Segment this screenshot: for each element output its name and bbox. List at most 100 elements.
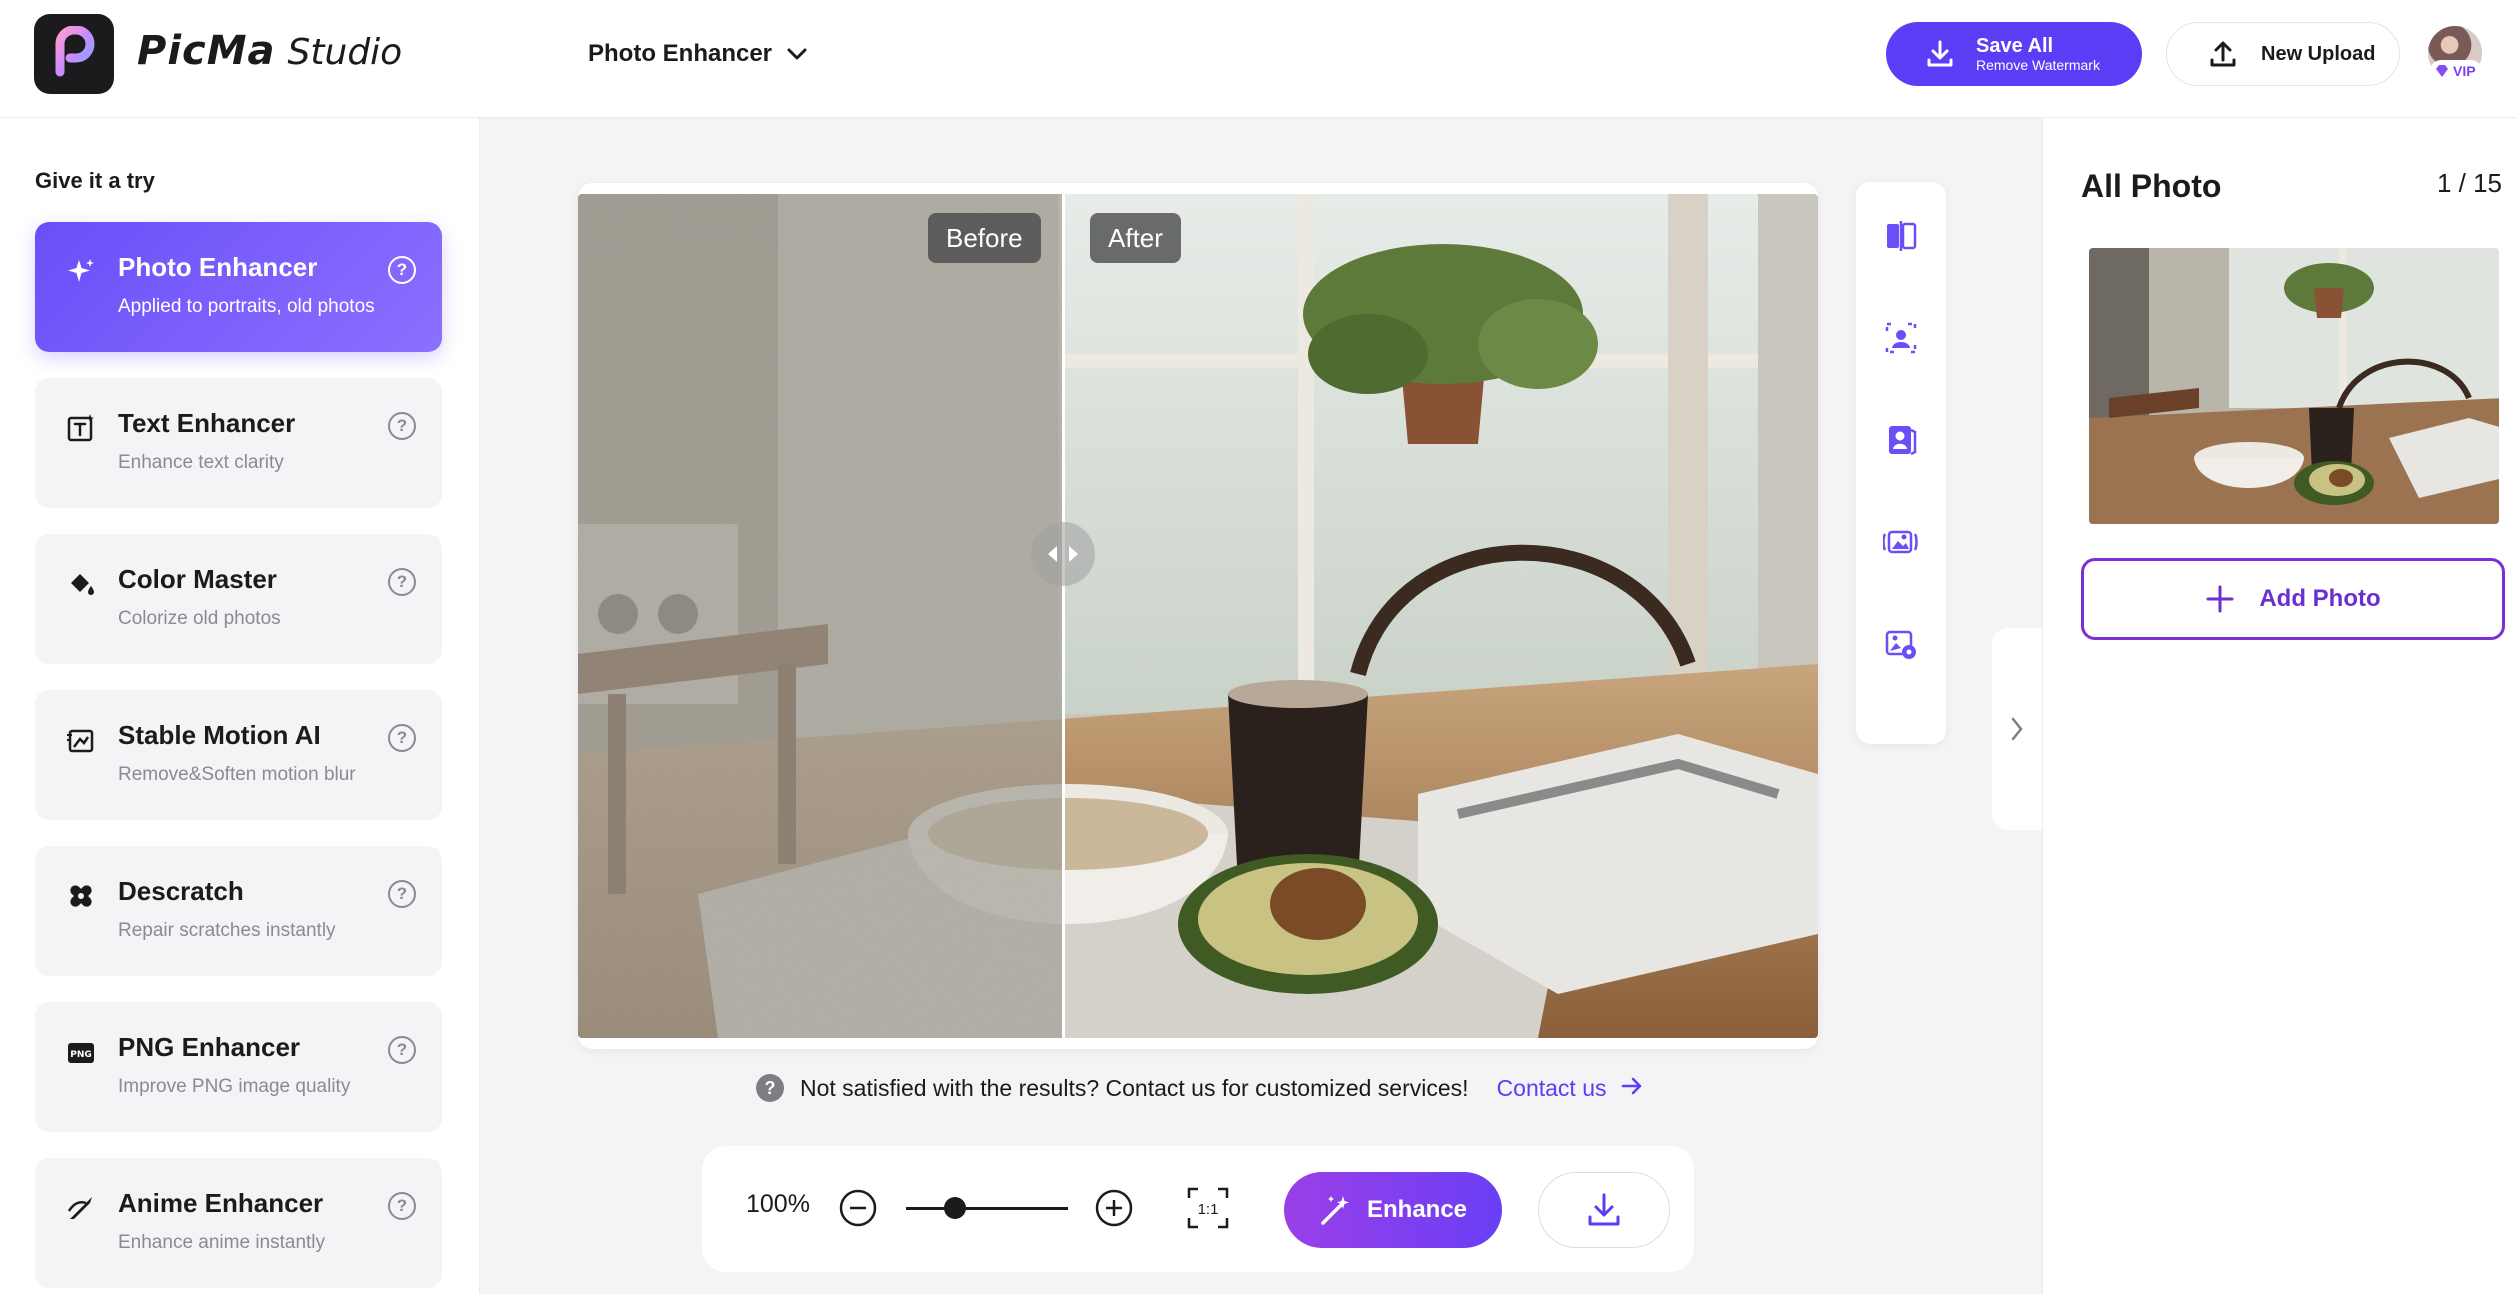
sidebar-item-stable-motion-ai[interactable]: Stable Motion AI Remove&Soften motion bl… <box>35 690 442 820</box>
vip-badge: VIP <box>2430 60 2482 82</box>
vip-label: VIP <box>2453 63 2476 79</box>
collapse-panel-button[interactable] <box>1992 628 2042 830</box>
tool-name: Color Master <box>118 564 277 594</box>
compare-handle[interactable] <box>1031 522 1095 586</box>
compare-split-button[interactable] <box>1881 216 1921 256</box>
save-all-label: Save All <box>1976 35 2054 57</box>
text-icon <box>65 412 97 444</box>
portrait-card-icon <box>1889 426 1917 456</box>
app-logo[interactable] <box>34 14 114 94</box>
diamond-icon <box>2436 65 2448 77</box>
sidebar-item-photo-enhancer[interactable]: Photo Enhancer Applied to portraits, old… <box>35 222 442 352</box>
new-upload-button[interactable]: New Upload <box>2166 22 2400 86</box>
motion-icon <box>65 724 97 756</box>
enhance-button[interactable]: Enhance <box>1284 1172 1502 1248</box>
chevron-right-icon <box>2011 717 2023 741</box>
zoom-slider-track[interactable] <box>906 1207 1068 1210</box>
image-sound-icon <box>1883 530 1918 554</box>
enhance-label: Enhance <box>1366 1196 1468 1223</box>
add-photo-button[interactable]: Add Photo <box>2081 558 2505 640</box>
help-icon[interactable]: ? <box>388 1192 416 1220</box>
image-sound-button[interactable] <box>1881 522 1921 562</box>
zoom-out-button[interactable] <box>836 1186 880 1230</box>
sidebar-heading: Give it a try <box>35 168 155 193</box>
save-all-button[interactable]: Save All Remove Watermark <box>1886 22 2142 86</box>
sidebar-item-color-master[interactable]: Color Master Colorize old photos ? <box>35 534 442 664</box>
tool-rail <box>1856 182 1946 744</box>
sparkle-icon <box>65 256 97 288</box>
sidebar-item-text-enhancer[interactable]: Text Enhancer Enhance text clarity ? <box>35 378 442 508</box>
download-icon <box>1927 40 1953 67</box>
paint-bucket-icon <box>65 568 97 600</box>
help-icon[interactable]: ? <box>388 1036 416 1064</box>
sidebar-item-descratch[interactable]: Descratch Repair scratches instantly ? <box>35 846 442 976</box>
before-label: Before <box>928 213 1041 263</box>
tool-name: Anime Enhancer <box>118 1188 324 1218</box>
magic-wand-icon <box>1321 1196 1349 1225</box>
photo-panel-title: All Photo <box>2081 168 2222 204</box>
zoom-out-icon <box>839 1189 877 1227</box>
photo-thumbnail[interactable] <box>2087 246 2501 526</box>
download-icon <box>1588 1193 1620 1226</box>
help-icon[interactable]: ? <box>388 880 416 908</box>
sidebar-item-anime-enhancer[interactable]: Anime Enhancer Enhance anime instantly ? <box>35 1158 442 1288</box>
tool-name: PNG Enhancer <box>118 1032 301 1062</box>
image-settings-button[interactable] <box>1881 624 1921 664</box>
brand-sub: Studio <box>287 32 403 73</box>
face-scan-button[interactable] <box>1881 318 1921 358</box>
compare-divider[interactable] <box>1062 194 1065 1038</box>
face-scan-icon <box>1885 322 1917 354</box>
arrow-right-icon[interactable] <box>1621 1074 1643 1102</box>
photo-panel: All Photo 1 / 15 Add Photo <box>2042 118 2516 1294</box>
svg-text:PNG: PNG <box>70 1050 92 1060</box>
arrow-right-icon <box>1069 546 1078 562</box>
actual-size-button[interactable]: 1:1 <box>1186 1186 1230 1230</box>
tool-desc: Improve PNG image quality <box>118 1076 351 1097</box>
arrow-left-icon <box>1048 546 1057 562</box>
picma-logo-icon <box>55 26 95 77</box>
tool-name: Stable Motion AI <box>118 720 321 750</box>
actual-size-icon: 1:1 <box>1187 1187 1229 1229</box>
bottom-toolbar: 100% 1:1 Enhance <box>702 1146 1694 1272</box>
upload-icon <box>2210 41 2236 67</box>
help-icon[interactable]: ? <box>388 724 416 752</box>
save-all-sublabel: Remove Watermark <box>1976 57 2100 73</box>
tool-desc: Repair scratches instantly <box>118 920 336 941</box>
zoom-in-button[interactable] <box>1092 1186 1136 1230</box>
tool-desc: Enhance anime instantly <box>118 1232 326 1253</box>
bandage-icon <box>65 880 97 912</box>
add-photo-label: Add Photo <box>2259 585 2381 612</box>
plus-icon <box>2206 585 2234 613</box>
tool-name: Text Enhancer <box>118 408 296 438</box>
chevron-down-icon <box>787 48 807 60</box>
contact-us-link[interactable]: Contact us <box>1497 1075 1607 1102</box>
help-text: Not satisfied with the results? Contact … <box>800 1074 1469 1101</box>
tool-name: Descratch <box>118 876 244 906</box>
preview-image[interactable] <box>578 194 1818 1038</box>
thumbnail-image <box>2089 248 2499 524</box>
download-button[interactable] <box>1538 1172 1670 1248</box>
brush-icon <box>65 1192 97 1224</box>
brand: PicMa Studio <box>137 28 402 78</box>
tool-selector[interactable]: Photo Enhancer <box>588 34 808 74</box>
png-icon: PNG <box>65 1036 97 1068</box>
tool-name: Photo Enhancer <box>118 252 318 282</box>
header: PicMa Studio Photo Enhancer Save All Rem… <box>0 0 2516 118</box>
question-icon: ? <box>756 1074 784 1102</box>
help-icon[interactable]: ? <box>388 256 416 284</box>
help-icon[interactable]: ? <box>388 568 416 596</box>
sidebar-item-png-enhancer[interactable]: PNG PNG Enhancer Improve PNG image quali… <box>35 1002 442 1132</box>
tool-desc: Enhance text clarity <box>118 452 284 473</box>
new-upload-label: New Upload <box>2261 42 2376 65</box>
portrait-card-button[interactable] <box>1881 420 1921 460</box>
tool-desc: Applied to portraits, old photos <box>118 296 375 317</box>
zoom-slider-thumb[interactable] <box>943 1197 966 1219</box>
help-icon[interactable]: ? <box>388 412 416 440</box>
help-line: ? Not satisfied with the results? Contac… <box>756 1070 1643 1106</box>
brand-name: PicMa <box>137 28 276 74</box>
zoom-in-icon <box>1095 1189 1133 1227</box>
zoom-value: 100% <box>746 1190 810 1218</box>
after-label: After <box>1090 213 1181 263</box>
compare-split-icon <box>1887 221 1917 251</box>
sidebar: Give it a try Photo Enhancer Applied to … <box>0 118 480 1294</box>
